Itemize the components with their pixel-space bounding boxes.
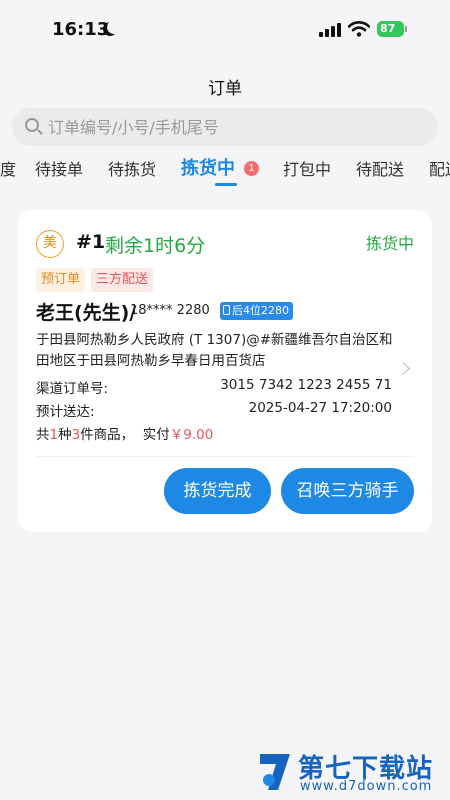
phone-tail-text: 后4位2280 [232,304,289,317]
battery-level: 87 [380,22,396,35]
call-rider-button[interactable]: 召唤三方骑手 [281,468,414,514]
tag-third-party-delivery: 三方配送 [91,268,154,292]
status-bar: 16:13 87 [0,0,450,60]
status-time: 16:13 [52,19,110,40]
tab-pending-pick[interactable]: 待拣货 [108,156,156,180]
card-divider [36,456,414,457]
customer-name: 老王(先生)/ [36,302,137,324]
summary-prefix: 共 [36,427,50,443]
tab-packing[interactable]: 打包中 [283,156,331,180]
summary-kinds-unit: 种 [58,427,72,443]
paid-value: ￥9.00 [169,427,214,443]
tag-preorder: 预订单 [36,268,86,292]
chevron-right-icon[interactable] [397,362,410,375]
eta-value: 2025-04-27 17:20:00 [248,400,392,416]
summary-count: 3 [71,427,81,443]
page-title: 订单 [208,79,242,99]
tab-delivering[interactable]: 配送 [429,156,450,180]
customer-phone[interactable]: 18**** 2280 [130,303,210,318]
search-input[interactable] [48,108,428,146]
channel-order-label: 渠道订单号: [36,381,109,397]
phone-icon [223,305,230,315]
tab-picking-badge: 1 [244,161,259,176]
watermark-logo-icon [260,754,290,790]
order-card[interactable]: 美 #1 剩余1时6分 拣货中 预订单 三方配送 老王(先生)/ 18**** … [18,210,432,532]
tab-active-indicator [215,183,237,186]
pick-complete-button[interactable]: 拣货完成 [164,468,271,514]
tab-picking[interactable]: 拣货中 [181,154,235,180]
tab-dispatch-partial[interactable]: 度 [0,156,16,180]
tab-pending-accept[interactable]: 待接单 [35,156,83,180]
delivery-address: 于田县阿热勒乡人民政府 (T 1307)@#新疆维吾尔自治区和田地区于田县阿热勒… [36,332,393,369]
search-icon [25,118,39,132]
moon-icon [107,20,121,34]
paid-label: 实付 [142,427,170,443]
order-status: 拣货中 [365,234,414,253]
order-number: #1 [76,231,106,253]
platform-icon: 美 [36,230,64,258]
remaining-time: 剩余1时6分 [105,235,206,257]
wifi-icon [348,21,370,37]
eta-label: 预计送达: [36,404,95,420]
search-bar[interactable] [12,108,438,146]
battery-nub [405,26,407,32]
summary-kinds: 1 [49,427,59,443]
order-summary: 共1种3件商品， 实付￥9.00 [36,423,213,443]
signal-icon [319,23,341,37]
watermark: 第七下载站 www.d7down.com [256,748,446,796]
battery-icon: 87 [377,21,404,37]
tab-pending-delivery[interactable]: 待配送 [356,156,404,180]
watermark-url: www.d7down.com [300,779,433,794]
channel-order-value: 3015 7342 1223 2455 71 [220,377,392,393]
summary-count-unit: 件商品， [80,427,135,443]
phone-tail-badge: 后4位2280 [220,302,293,320]
